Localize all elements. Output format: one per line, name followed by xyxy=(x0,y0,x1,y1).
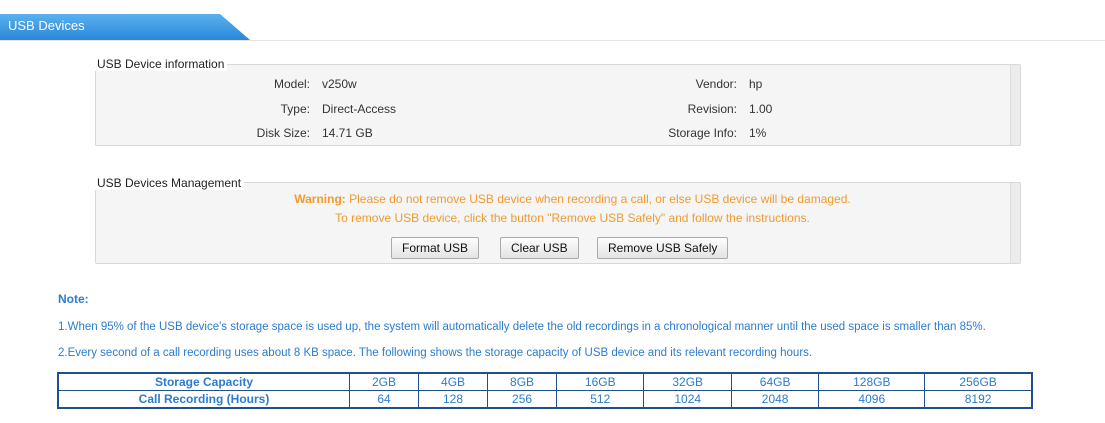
table-cell: 64GB xyxy=(730,372,820,391)
table-cell: 32GB xyxy=(643,372,732,391)
call-recording-row: Call Recording (Hours) 64 128 256 512 10… xyxy=(57,390,1033,409)
vendor-label: Vendor: xyxy=(695,77,737,91)
format-usb-button[interactable]: Format USB xyxy=(391,237,480,259)
table-cell: 8192 xyxy=(924,390,1033,409)
vendor-value: hp xyxy=(749,77,763,91)
type-label: Type: xyxy=(280,102,310,116)
model-label: Model: xyxy=(273,77,310,91)
type-value: Direct-Access xyxy=(322,102,397,116)
table-cell: 16GB xyxy=(556,372,645,391)
note-line-2: 2.Every second of a call recording uses … xyxy=(58,347,813,359)
table-cell: 2048 xyxy=(730,390,820,409)
tab-label: USB Devices xyxy=(8,18,85,33)
disk-size-value: 14.71 GB xyxy=(322,126,373,140)
table-cell: 512 xyxy=(556,390,645,409)
revision-value: 1.00 xyxy=(749,102,773,116)
usb-management-legend: USB Devices Management xyxy=(94,176,245,190)
tab-usb-devices[interactable]: USB Devices xyxy=(0,14,250,40)
call-recording-header: Call Recording (Hours) xyxy=(57,390,350,409)
table-cell: 128 xyxy=(418,390,489,409)
info-panel-scrollbar[interactable] xyxy=(1010,65,1020,145)
storage-capacity-table: Storage Capacity 2GB 4GB 8GB 16GB 32GB 6… xyxy=(57,372,1033,409)
remove-usb-safely-button[interactable]: Remove USB Safely xyxy=(597,237,729,259)
storage-capacity-header: Storage Capacity xyxy=(57,372,350,391)
model-value: v250w xyxy=(322,77,357,91)
table-cell: 2GB xyxy=(348,372,420,391)
usb-remove-instruction: To remove USB device, click the button "… xyxy=(335,211,810,225)
table-cell: 256 xyxy=(487,390,558,409)
revision-label: Revision: xyxy=(687,102,737,116)
table-cell: 4GB xyxy=(418,372,489,391)
tab-bar: USB Devices xyxy=(0,0,1105,41)
storage-info-value: 1% xyxy=(749,126,767,140)
storage-capacity-row: Storage Capacity 2GB 4GB 8GB 16GB 32GB 6… xyxy=(57,372,1033,391)
warning-text: Please do not remove USB device when rec… xyxy=(345,192,851,206)
storage-info-label: Storage Info: xyxy=(668,126,737,140)
table-cell: 8GB xyxy=(487,372,558,391)
note-title: Note: xyxy=(58,292,89,306)
table-cell: 128GB xyxy=(818,372,926,391)
disk-size-label: Disk Size: xyxy=(256,126,310,140)
usb-device-info-legend: USB Device information xyxy=(94,57,228,71)
warning-prefix: Warning: xyxy=(294,192,346,206)
table-cell: 256GB xyxy=(924,372,1033,391)
note-line-1: 1.When 95% of the USB device's storage s… xyxy=(58,321,986,333)
table-cell: 64 xyxy=(348,390,420,409)
usb-warning: Warning: Please do not remove USB device… xyxy=(20,192,1105,206)
clear-usb-button[interactable]: Clear USB xyxy=(500,237,579,259)
table-cell: 4096 xyxy=(818,390,926,409)
table-cell: 1024 xyxy=(643,390,732,409)
